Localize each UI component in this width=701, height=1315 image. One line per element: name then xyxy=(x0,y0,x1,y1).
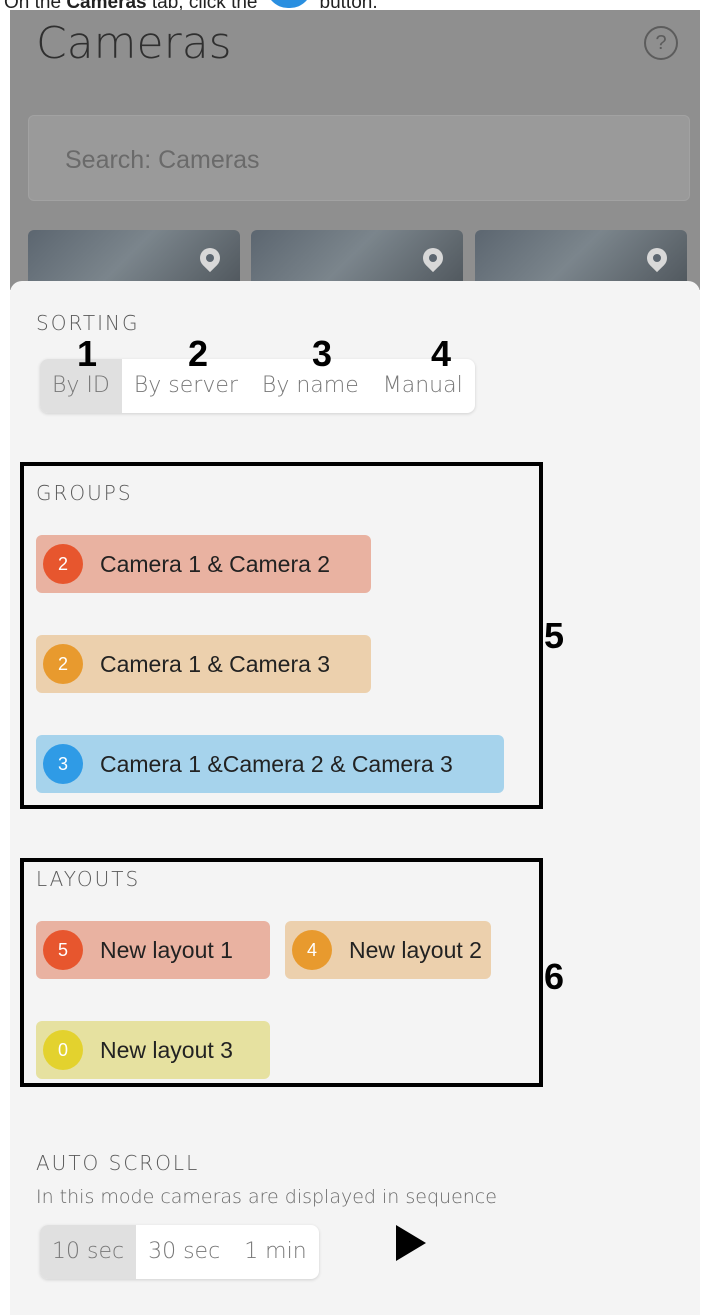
layouts-label: LAYOUTS xyxy=(36,867,141,891)
sort-by-name-option[interactable]: By name xyxy=(250,359,371,413)
callout-4: 4 xyxy=(431,333,452,374)
group-count-badge: 3 xyxy=(43,744,83,784)
layout-label: New layout 3 xyxy=(100,1036,233,1063)
group-label: Camera 1 & Camera 2 xyxy=(100,550,331,577)
sorting-label: SORTING xyxy=(36,311,140,335)
callout-2: 2 xyxy=(188,333,209,374)
location-pin-icon xyxy=(642,243,672,273)
layout-count-badge: 4 xyxy=(292,930,332,970)
group-chip[interactable]: 2 Camera 1 & Camera 3 xyxy=(36,635,371,693)
layout-label: New layout 1 xyxy=(100,936,233,963)
search-placeholder: Search: Cameras xyxy=(65,146,260,174)
callout-5: 5 xyxy=(544,615,565,656)
search-input[interactable]: Search: Cameras xyxy=(28,115,690,201)
layout-chip[interactable]: 5 New layout 1 xyxy=(36,921,270,979)
sorting-bottom-sheet: SORTING By ID By server By name Manual 1… xyxy=(10,281,700,1315)
layout-count-badge: 5 xyxy=(43,930,83,970)
auto-scroll-label: AUTO SCROLL xyxy=(36,1151,200,1175)
layout-count-badge: 0 xyxy=(43,1030,83,1070)
group-label: Camera 1 & Camera 3 xyxy=(100,650,331,677)
group-count-badge: 2 xyxy=(43,544,83,584)
layout-label: New layout 2 xyxy=(349,936,482,963)
callout-6: 6 xyxy=(544,956,565,997)
group-label: Camera 1 &Camera 2 & Camera 3 xyxy=(100,750,453,777)
play-icon[interactable] xyxy=(396,1225,426,1261)
cameras-screen-background: Cameras ? Search: Cameras xyxy=(10,10,700,290)
location-pin-icon xyxy=(195,243,225,273)
interval-30-sec-option[interactable]: 30 sec xyxy=(136,1225,232,1279)
auto-scroll-interval-control: 10 sec 30 sec 1 min xyxy=(40,1225,319,1279)
sorting-segmented-control: By ID By server By name Manual xyxy=(40,359,475,413)
help-icon[interactable]: ? xyxy=(644,26,678,60)
callout-1: 1 xyxy=(77,333,98,374)
sort-by-server-option[interactable]: By server xyxy=(122,359,250,413)
callout-3: 3 xyxy=(312,333,333,374)
layout-chip[interactable]: 0 New layout 3 xyxy=(36,1021,270,1079)
group-chip[interactable]: 2 Camera 1 & Camera 2 xyxy=(36,535,371,593)
location-pin-icon xyxy=(418,243,448,273)
layout-chip[interactable]: 4 New layout 2 xyxy=(285,921,491,979)
settings-button-icon xyxy=(265,0,312,8)
auto-scroll-description: In this mode cameras are displayed in se… xyxy=(36,1186,497,1208)
group-count-badge: 2 xyxy=(43,644,83,684)
interval-10-sec-option[interactable]: 10 sec xyxy=(40,1225,137,1279)
page-title: Cameras xyxy=(36,18,232,69)
sort-manual-option[interactable]: Manual xyxy=(371,359,475,413)
group-chip[interactable]: 3 Camera 1 &Camera 2 & Camera 3 xyxy=(36,735,504,793)
groups-label: GROUPS xyxy=(36,481,133,505)
interval-1-min-option[interactable]: 1 min xyxy=(232,1225,318,1279)
